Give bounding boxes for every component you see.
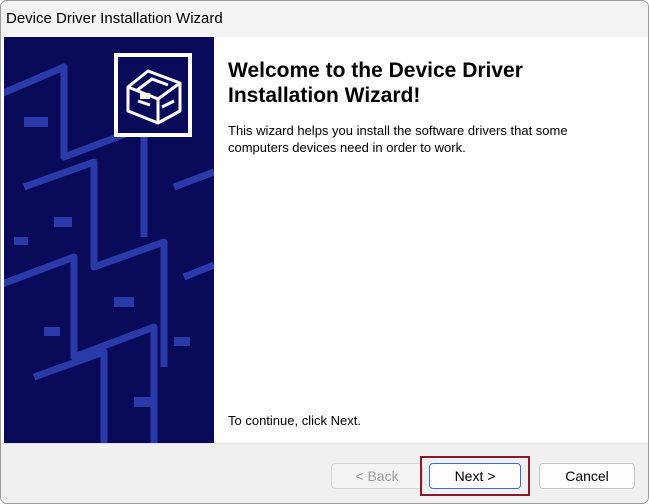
- intro-text: This wizard helps you install the softwa…: [228, 123, 568, 155]
- back-button[interactable]: < Back: [331, 463, 423, 489]
- continue-hint: To continue, click Next.: [228, 413, 361, 428]
- wizard-content: Welcome to the Device Driver Installatio…: [1, 37, 648, 443]
- welcome-heading: Welcome to the Device Driver Installatio…: [228, 59, 523, 107]
- cancel-button[interactable]: Cancel: [539, 463, 635, 489]
- next-button[interactable]: Next >: [429, 463, 521, 489]
- wizard-banner: [4, 37, 214, 443]
- window-title: Device Driver Installation Wizard: [6, 10, 223, 27]
- wizard-logo: [114, 53, 192, 137]
- cancel-button-label: Cancel: [565, 468, 609, 484]
- wizard-window: Device Driver Installation Wizard Welcom…: [0, 0, 649, 504]
- computer-hardware-icon: [118, 57, 188, 133]
- next-button-label: Next >: [454, 468, 496, 484]
- title-bar[interactable]: Device Driver Installation Wizard: [1, 1, 648, 37]
- back-button-label: < Back: [355, 468, 399, 484]
- button-bar: < Back Next > Cancel: [1, 443, 648, 503]
